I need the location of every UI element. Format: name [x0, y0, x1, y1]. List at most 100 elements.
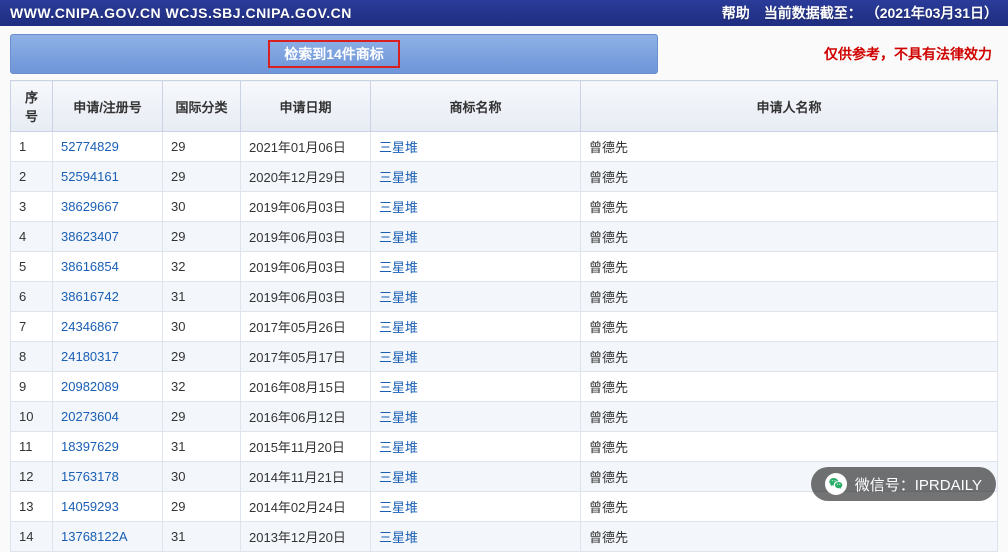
col-date[interactable]: 申请日期 [241, 81, 371, 132]
cell-name[interactable]: 三星堆 [371, 222, 581, 252]
table-row: 438623407292019年06月03日三星堆曾德先 [11, 222, 998, 252]
data-until: 当前数据截至： （2021年03月31日） [764, 3, 998, 23]
cell-reg[interactable]: 38623407 [53, 222, 163, 252]
cell-applicant: 曾德先 [581, 312, 998, 342]
cell-name[interactable]: 三星堆 [371, 282, 581, 312]
cell-reg[interactable]: 20273604 [53, 402, 163, 432]
cell-seq: 14 [11, 522, 53, 552]
help-link[interactable]: 帮助 [722, 3, 750, 23]
cell-date: 2019年06月03日 [241, 282, 371, 312]
cell-reg[interactable]: 52594161 [53, 162, 163, 192]
cell-cls: 31 [163, 432, 241, 462]
cell-applicant: 曾德先 [581, 432, 998, 462]
cell-name[interactable]: 三星堆 [371, 312, 581, 342]
table-row: 824180317292017年05月17日三星堆曾德先 [11, 342, 998, 372]
table-row: 338629667302019年06月03日三星堆曾德先 [11, 192, 998, 222]
cell-applicant: 曾德先 [581, 222, 998, 252]
col-seq[interactable]: 序号 [11, 81, 53, 132]
trademark-link: 三星堆 [379, 320, 418, 335]
cell-name[interactable]: 三星堆 [371, 252, 581, 282]
result-summary-bar: 检索到14件商标 [10, 34, 658, 74]
cell-name[interactable]: 三星堆 [371, 522, 581, 552]
site-urls: WWW.CNIPA.GOV.CN WCJS.SBJ.CNIPA.GOV.CN [10, 5, 352, 21]
cell-name[interactable]: 三星堆 [371, 432, 581, 462]
cell-name[interactable]: 三星堆 [371, 462, 581, 492]
cell-name[interactable]: 三星堆 [371, 162, 581, 192]
cell-name[interactable]: 三星堆 [371, 492, 581, 522]
cell-reg[interactable]: 38629667 [53, 192, 163, 222]
reg-link: 14059293 [61, 499, 119, 514]
topbar: WWW.CNIPA.GOV.CN WCJS.SBJ.CNIPA.GOV.CN 帮… [0, 0, 1008, 26]
cell-applicant: 曾德先 [581, 522, 998, 552]
cell-date: 2015年11月20日 [241, 432, 371, 462]
trademark-link: 三星堆 [379, 350, 418, 365]
cell-cls: 29 [163, 342, 241, 372]
cell-reg[interactable]: 52774829 [53, 132, 163, 162]
table-row: 252594161292020年12月29日三星堆曾德先 [11, 162, 998, 192]
cell-seq: 6 [11, 282, 53, 312]
cell-reg[interactable]: 38616854 [53, 252, 163, 282]
data-until-value: （2021年03月31日） [866, 5, 998, 21]
reg-link: 38616742 [61, 289, 119, 304]
cell-applicant: 曾德先 [581, 162, 998, 192]
cell-seq: 8 [11, 342, 53, 372]
cell-cls: 29 [163, 162, 241, 192]
cell-name[interactable]: 三星堆 [371, 372, 581, 402]
cell-cls: 31 [163, 282, 241, 312]
reg-link: 24180317 [61, 349, 119, 364]
col-applicant[interactable]: 申请人名称 [581, 81, 998, 132]
reg-link: 52774829 [61, 139, 119, 154]
reg-link: 15763178 [61, 469, 119, 484]
reg-link: 13768122A [61, 529, 128, 544]
col-reg[interactable]: 申请/注册号 [53, 81, 163, 132]
cell-cls: 29 [163, 492, 241, 522]
cell-applicant: 曾德先 [581, 252, 998, 282]
cell-name[interactable]: 三星堆 [371, 192, 581, 222]
cell-name[interactable]: 三星堆 [371, 402, 581, 432]
cell-reg[interactable]: 18397629 [53, 432, 163, 462]
table-row: 920982089322016年08月15日三星堆曾德先 [11, 372, 998, 402]
cell-date: 2014年02月24日 [241, 492, 371, 522]
table-row: 1020273604292016年06月12日三星堆曾德先 [11, 402, 998, 432]
cell-reg[interactable]: 24180317 [53, 342, 163, 372]
trademark-link: 三星堆 [379, 140, 418, 155]
table-header-row: 序号 申请/注册号 国际分类 申请日期 商标名称 申请人名称 [11, 81, 998, 132]
cell-reg[interactable]: 15763178 [53, 462, 163, 492]
cell-date: 2019年06月03日 [241, 222, 371, 252]
cell-reg[interactable]: 13768122A [53, 522, 163, 552]
table-row: 538616854322019年06月03日三星堆曾德先 [11, 252, 998, 282]
col-cls[interactable]: 国际分类 [163, 81, 241, 132]
cell-reg[interactable]: 24346867 [53, 312, 163, 342]
trademark-link: 三星堆 [379, 170, 418, 185]
trademark-link: 三星堆 [379, 500, 418, 515]
cell-cls: 32 [163, 372, 241, 402]
wechat-icon [825, 473, 847, 495]
table-row: 6 38616742 312019年06月03日三星堆 曾德先 [11, 282, 998, 312]
trademark-link: 三星堆 [379, 290, 418, 305]
cell-date: 2016年06月12日 [241, 402, 371, 432]
cell-applicant: 曾德先 [581, 192, 998, 222]
cell-date: 2021年01月06日 [241, 132, 371, 162]
cell-cls: 31 [163, 522, 241, 552]
trademark-link: 三星堆 [379, 380, 418, 395]
trademark-link: 三星堆 [379, 200, 418, 215]
cell-name[interactable]: 三星堆 [371, 132, 581, 162]
cell-applicant: 曾德先 [581, 402, 998, 432]
cell-seq: 9 [11, 372, 53, 402]
cell-seq: 3 [11, 192, 53, 222]
cell-reg[interactable]: 14059293 [53, 492, 163, 522]
cell-date: 2016年08月15日 [241, 372, 371, 402]
cell-seq: 10 [11, 402, 53, 432]
cell-seq: 12 [11, 462, 53, 492]
trademark-link: 三星堆 [379, 260, 418, 275]
cell-cls: 29 [163, 402, 241, 432]
reg-link: 38629667 [61, 199, 119, 214]
cell-name[interactable]: 三星堆 [371, 342, 581, 372]
col-name[interactable]: 商标名称 [371, 81, 581, 132]
wechat-watermark: 微信号：IPRDAILY [811, 467, 996, 501]
cell-reg[interactable]: 38616742 [53, 282, 163, 312]
cell-reg[interactable]: 20982089 [53, 372, 163, 402]
table-row: 152774829292021年01月06日三星堆曾德先 [11, 132, 998, 162]
reg-link: 38623407 [61, 229, 119, 244]
cell-applicant: 曾德先 [581, 282, 998, 312]
